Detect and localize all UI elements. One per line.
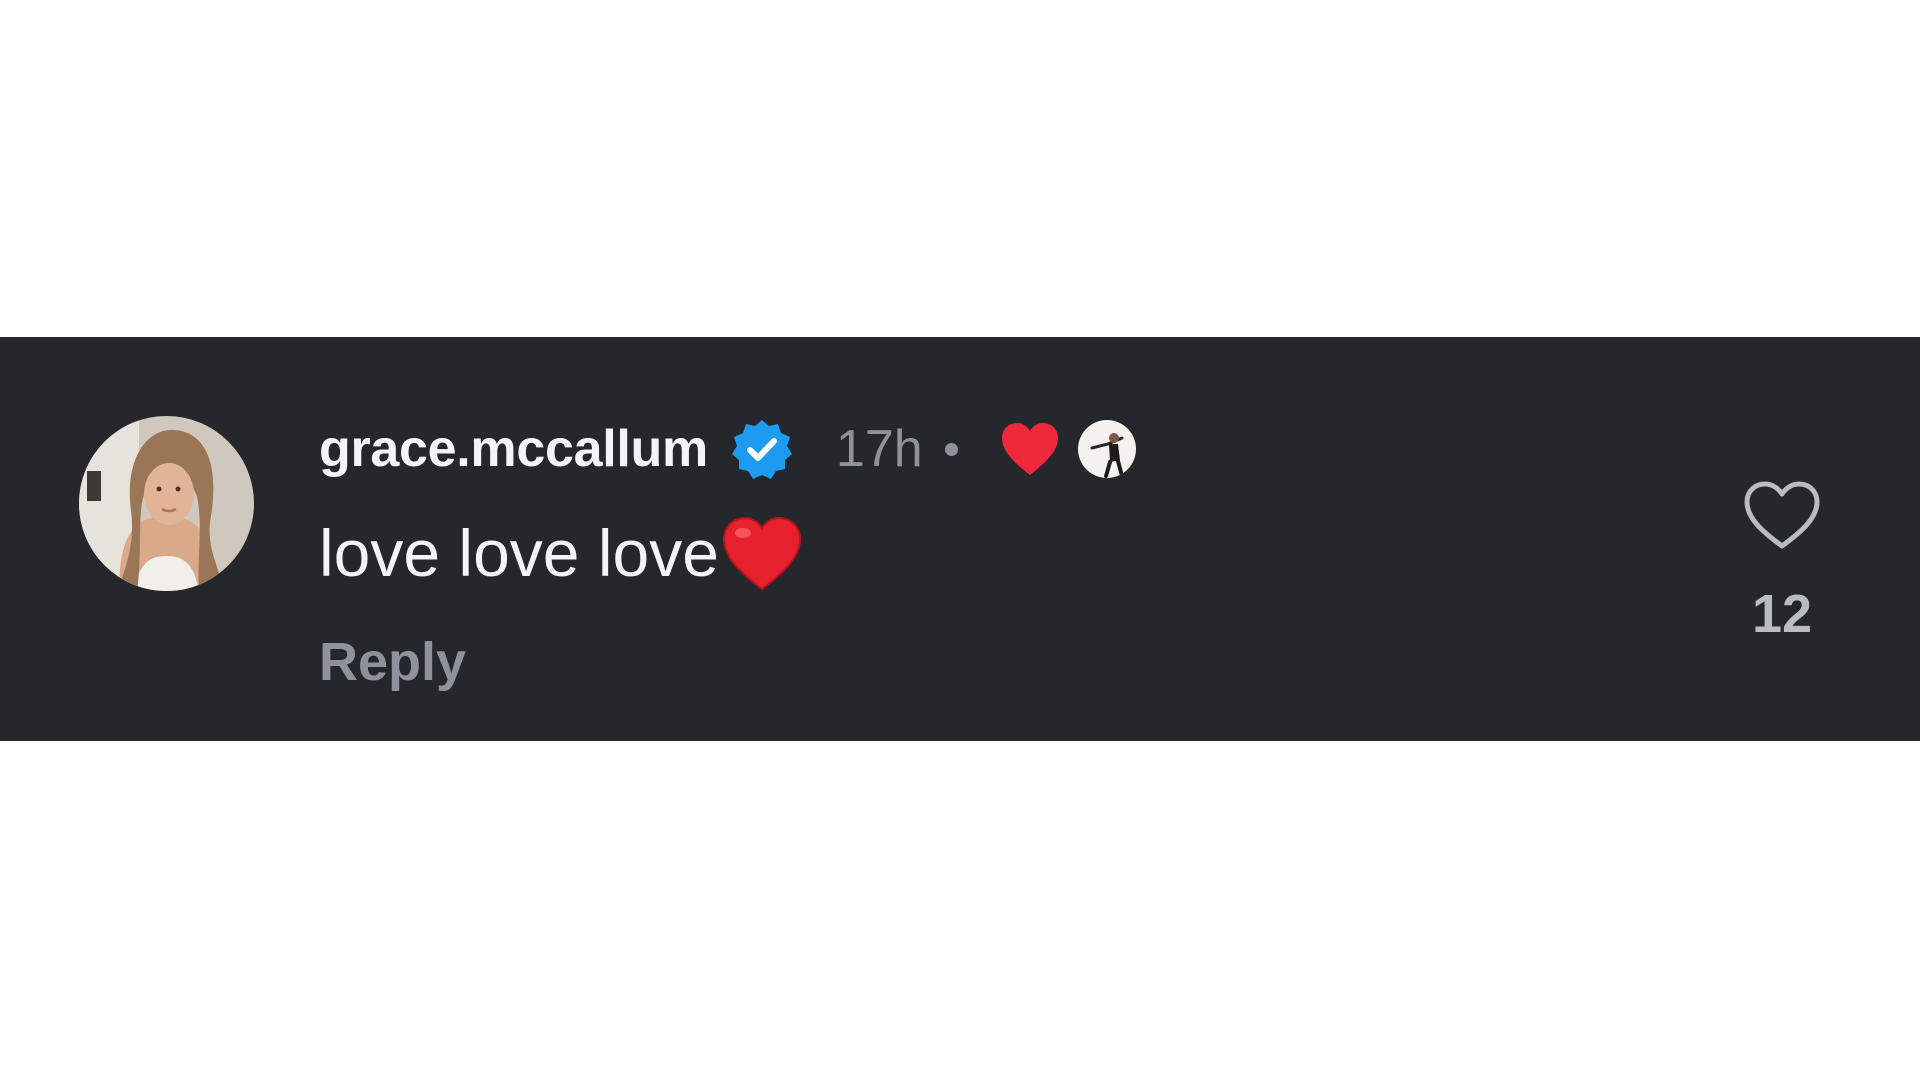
comment-timestamp: 17h	[835, 420, 923, 478]
like-count: 12	[1751, 584, 1813, 644]
reply-button[interactable]: Reply	[319, 631, 466, 693]
comment-body: love love love	[319, 515, 803, 591]
comment-row: grace.mccallum 17h love love love Reply …	[0, 337, 1920, 741]
creator-liked-heart-icon	[1000, 421, 1060, 477]
creator-avatar	[1077, 420, 1136, 478]
like-heart-icon[interactable]	[1742, 479, 1822, 551]
username-link[interactable]: grace.mccallum	[319, 419, 708, 479]
separator-dot	[944, 442, 958, 456]
comment-text: love love love	[319, 516, 719, 590]
comment-header: grace.mccallum 17h	[319, 409, 1136, 489]
verified-badge-icon	[730, 417, 794, 481]
red-heart-emoji-icon	[721, 515, 803, 591]
user-avatar[interactable]	[79, 416, 254, 591]
